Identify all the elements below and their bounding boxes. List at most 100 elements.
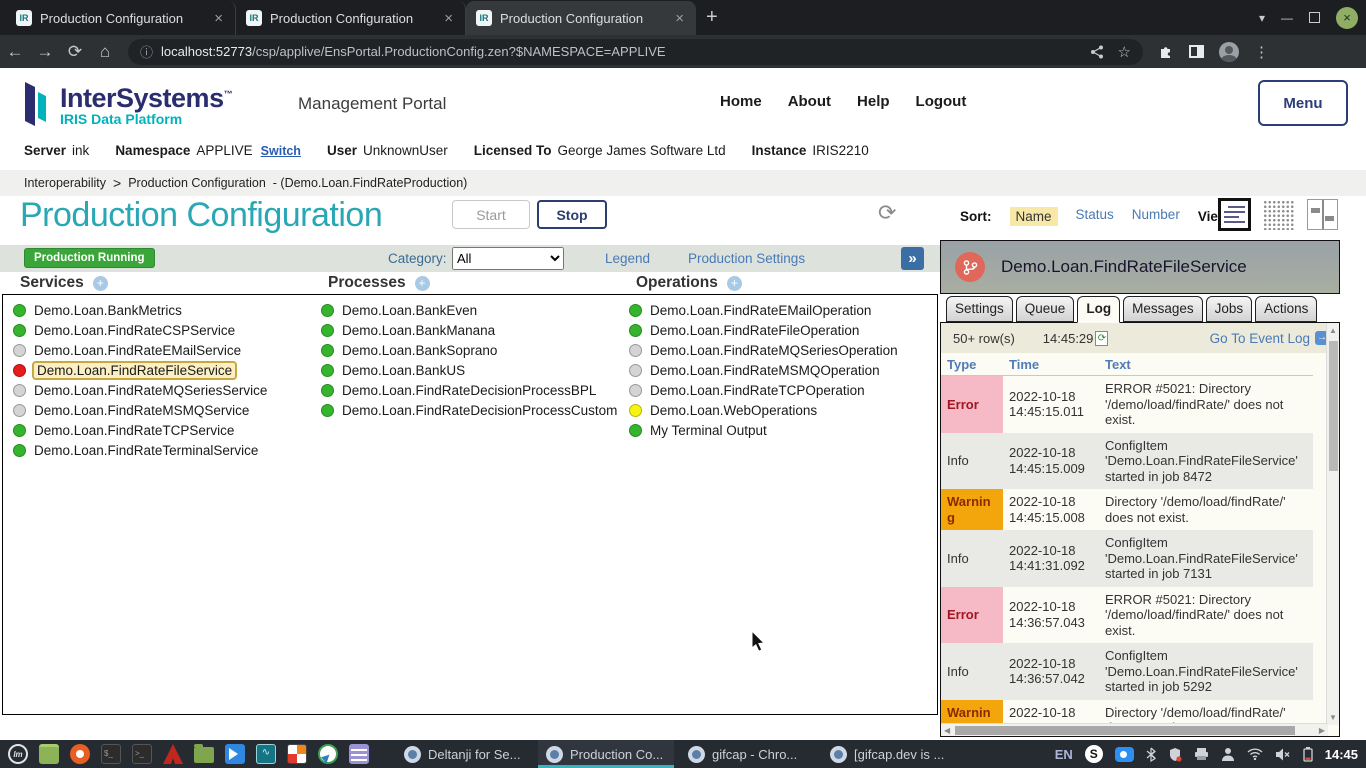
address-bar[interactable]: ⓘ localhost:52773/csp/applive/EnsPortal.… (128, 39, 1143, 65)
tab-close-icon[interactable]: × (442, 10, 455, 27)
vertical-scrollbar[interactable]: ▲ ▼ (1326, 323, 1339, 725)
compass-app-icon[interactable] (318, 744, 338, 764)
col-time[interactable]: Time (1003, 353, 1099, 376)
log-row[interactable]: Error 2022-10-18 14:36:57.043 ERROR #502… (941, 587, 1313, 644)
breadcrumb-root-link[interactable]: Interoperability (24, 176, 106, 190)
forward-icon[interactable]: → (30, 42, 60, 62)
reload-icon[interactable]: ⟳ (60, 42, 90, 62)
user-tray-icon[interactable] (1221, 747, 1235, 761)
terminal-icon[interactable]: $_ (101, 744, 121, 764)
service-item[interactable]: Demo.Loan.FindRateFileService (13, 360, 267, 380)
bluetooth-icon[interactable] (1146, 747, 1156, 762)
grid-view-icon[interactable] (1263, 200, 1295, 230)
notes-app-icon[interactable] (349, 744, 369, 764)
event-log-link[interactable]: Go To Event Log→ (1210, 331, 1329, 346)
start-button[interactable]: Start (452, 200, 530, 229)
panel-tab[interactable]: Settings (946, 296, 1013, 322)
service-item[interactable]: Demo.Loan.BankMetrics (13, 300, 267, 320)
expand-panel-button[interactable]: » (901, 247, 924, 270)
process-item[interactable]: Demo.Loan.BankUS (321, 360, 617, 380)
taskbar-window-button[interactable]: Deltanji for Se... (396, 740, 532, 768)
orange-app-icon[interactable] (70, 744, 90, 764)
scroll-down-icon[interactable]: ▼ (1329, 713, 1337, 722)
service-item[interactable]: Demo.Loan.FindRateMQSeriesService (13, 380, 267, 400)
stop-button[interactable]: Stop (537, 200, 607, 229)
legend-link[interactable]: Legend (605, 251, 650, 266)
log-row[interactable]: Warning 2022-10-18 14:45:15.008 Director… (941, 489, 1313, 530)
red-app-icon[interactable] (163, 744, 183, 764)
shield-update-icon[interactable] (1168, 747, 1182, 762)
monitor-app-icon[interactable]: ∿ (256, 744, 276, 764)
site-info-icon[interactable]: ⓘ (140, 42, 153, 61)
taskbar-window-button[interactable]: gifcap - Chro... (680, 740, 816, 768)
terminal2-icon[interactable]: >_ (132, 744, 152, 764)
sort-option[interactable]: Name (1010, 207, 1058, 226)
scroll-left-icon[interactable]: ◀ (944, 726, 950, 735)
auto-refresh-icon[interactable]: ⟳ (1095, 331, 1108, 346)
wifi-icon[interactable] (1247, 748, 1263, 760)
kebab-menu-icon[interactable]: ⋮ (1254, 43, 1269, 61)
vscode-icon[interactable] (225, 744, 245, 764)
process-item[interactable]: Demo.Loan.FindRateDecisionProcessBPL (321, 380, 617, 400)
new-tab-button[interactable]: + (706, 6, 718, 29)
skype-tray-icon[interactable]: S (1085, 745, 1103, 763)
log-row[interactable]: Error 2022-10-18 14:45:15.011 ERROR #502… (941, 376, 1313, 433)
browser-tab[interactable]: IR Production Configuration × (6, 1, 236, 35)
zoom-tray-icon[interactable] (1115, 747, 1134, 762)
taskbar-window-button[interactable]: Production Co... (538, 740, 674, 768)
horizontal-scroll-thumb[interactable] (955, 726, 1295, 735)
col-type[interactable]: Type (941, 353, 1003, 376)
panel-tab[interactable]: Log (1077, 296, 1120, 323)
service-item[interactable]: Demo.Loan.FindRateMSMQService (13, 400, 267, 420)
operation-item[interactable]: Demo.Loan.WebOperations (629, 400, 898, 420)
operation-item[interactable]: My Terminal Output (629, 420, 898, 440)
service-item[interactable]: Demo.Loan.FindRateTCPService (13, 420, 267, 440)
tab-close-icon[interactable]: × (212, 10, 225, 27)
menu-button[interactable]: Menu (1258, 80, 1348, 126)
panel-tab[interactable]: Actions (1255, 296, 1317, 322)
log-row[interactable]: Info 2022-10-18 14:41:31.092 ConfigItem … (941, 530, 1313, 587)
calculator-icon[interactable] (287, 744, 307, 764)
process-item[interactable]: Demo.Loan.FindRateDecisionProcessCustom (321, 400, 617, 420)
panel-tab[interactable]: Queue (1016, 296, 1075, 322)
split-view-icon[interactable] (1307, 199, 1338, 230)
col-text[interactable]: Text (1099, 353, 1313, 376)
service-item[interactable]: Demo.Loan.FindRateTerminalService (13, 440, 267, 460)
scroll-up-icon[interactable]: ▲ (1329, 326, 1337, 335)
printer-icon[interactable] (1194, 747, 1209, 761)
battery-icon[interactable] (1303, 747, 1313, 762)
volume-muted-icon[interactable] (1275, 748, 1291, 761)
scroll-right-icon[interactable]: ▶ (1319, 726, 1325, 735)
sort-option[interactable]: Number (1132, 207, 1180, 226)
bookmark-star-icon[interactable]: ☆ (1118, 43, 1131, 61)
minimize-icon[interactable]: — (1281, 11, 1293, 25)
nav-link[interactable]: Logout (916, 93, 967, 110)
add-process-icon[interactable]: + (415, 276, 430, 291)
share-icon[interactable] (1090, 45, 1104, 59)
service-item[interactable]: Demo.Loan.FindRateCSPService (13, 320, 267, 340)
home-icon[interactable]: ⌂ (90, 42, 120, 62)
process-item[interactable]: Demo.Loan.BankManana (321, 320, 617, 340)
taskbar-window-button[interactable]: [gifcap.dev is ... (822, 740, 958, 768)
language-indicator[interactable]: EN (1055, 747, 1073, 762)
process-item[interactable]: Demo.Loan.BankEven (321, 300, 617, 320)
log-row[interactable]: Info 2022-10-18 14:45:15.009 ConfigItem … (941, 433, 1313, 490)
mint-menu-icon[interactable]: lm (8, 744, 28, 764)
operation-item[interactable]: Demo.Loan.FindRateMQSeriesOperation (629, 340, 898, 360)
folder-icon[interactable] (194, 747, 214, 763)
back-icon[interactable]: ← (0, 42, 30, 62)
operation-item[interactable]: Demo.Loan.FindRateEMailOperation (629, 300, 898, 320)
production-settings-link[interactable]: Production Settings (688, 251, 805, 266)
operation-item[interactable]: Demo.Loan.FindRateFileOperation (629, 320, 898, 340)
side-panel-icon[interactable] (1189, 45, 1204, 58)
tab-close-icon[interactable]: × (673, 10, 686, 27)
files-app-icon[interactable] (39, 744, 59, 764)
panel-tab[interactable]: Messages (1123, 296, 1203, 322)
log-row[interactable]: Info 2022-10-18 14:36:57.042 ConfigItem … (941, 643, 1313, 700)
browser-tab[interactable]: IR Production Configuration × (466, 1, 696, 35)
nav-link[interactable]: Home (720, 93, 762, 110)
panel-tab[interactable]: Jobs (1206, 296, 1253, 322)
nav-link[interactable]: Help (857, 93, 890, 110)
profile-avatar[interactable] (1219, 42, 1239, 62)
sort-option[interactable]: Status (1076, 207, 1114, 226)
